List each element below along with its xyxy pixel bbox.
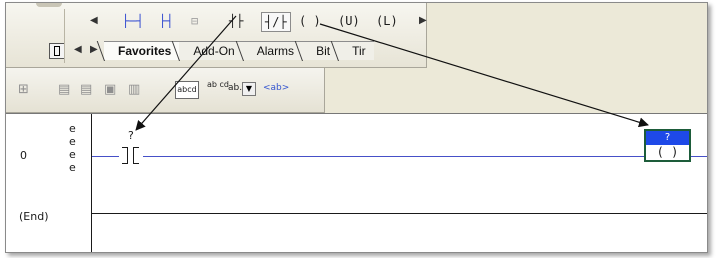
- tab-timer[interactable]: Tir: [338, 41, 374, 60]
- cancel-edits-icon[interactable]: ▤: [80, 82, 92, 97]
- edit-marker: e: [69, 122, 76, 135]
- xic-instruction-button[interactable]: ┤├: [229, 12, 243, 30]
- edit-toolbar: ⊞ ▤ ▤ ▣ ▥ abcd ab cd ab... ▼ <ab>: [6, 68, 325, 113]
- ote-coil[interactable]: ? ( ): [644, 129, 691, 162]
- display-dropdown-button[interactable]: ▼: [242, 82, 256, 96]
- ote-tag-label[interactable]: ?: [646, 131, 689, 145]
- assemble-edits-icon[interactable]: ▣: [104, 82, 116, 97]
- ladder-editor[interactable]: 0 e e e e ? ? ( ) (End): [6, 113, 707, 252]
- tab-add-on[interactable]: Add-On: [179, 41, 243, 60]
- toolbar-separator: [64, 9, 65, 63]
- xic-contact[interactable]: [119, 147, 143, 165]
- tab-favorites[interactable]: Favorites: [104, 41, 180, 60]
- tab-scroll-right-icon[interactable]: ▶: [90, 44, 98, 55]
- tag-format-button[interactable]: <ab>: [263, 83, 289, 93]
- left-power-rail: [91, 114, 92, 252]
- edit-marker: e: [69, 161, 76, 174]
- branch-level-icon[interactable]: ⊟: [191, 12, 198, 30]
- end-rung-line[interactable]: [92, 213, 707, 214]
- ote-instruction-button[interactable]: ( ): [299, 12, 321, 30]
- otl-instruction-button[interactable]: (L): [376, 12, 398, 30]
- xic-tag-label[interactable]: ?: [128, 129, 134, 142]
- show-description-toggle[interactable]: ab cd: [207, 81, 229, 89]
- ote-symbol: ( ): [656, 145, 679, 159]
- rung-number: 0: [20, 149, 27, 162]
- monitor-button[interactable]: [49, 43, 65, 59]
- show-tag-toggle[interactable]: abcd: [175, 81, 199, 99]
- test-edits-icon[interactable]: ▥: [128, 82, 140, 97]
- rung-0-line[interactable]: [92, 156, 707, 157]
- edit-markers: e e e e: [69, 122, 76, 174]
- otu-instruction-button[interactable]: (U): [338, 12, 360, 30]
- toolbar-grip[interactable]: [36, 3, 62, 7]
- instruction-tabs: Favorites Add-On Alarms Bit Tir: [104, 40, 374, 60]
- tab-scroll-left-icon[interactable]: ◀: [74, 44, 82, 55]
- logix-editor-window: ◀ ▶ ├─┤ ├┤ ⊟ ┤├ ┤/├ ( ) (U) (L) ◀ ▶ Favo…: [5, 2, 708, 253]
- instruction-toolbar: ◀ ▶ ├─┤ ├┤ ⊟ ┤├ ┤/├ ( ) (U) (L) ◀ ▶ Favo…: [6, 3, 427, 68]
- accept-edits-icon[interactable]: ▤: [58, 82, 70, 97]
- rung-icon[interactable]: ├─┤: [122, 12, 144, 30]
- scroll-left-icon[interactable]: ◀: [90, 15, 98, 26]
- verify-icon[interactable]: ⊞: [18, 82, 29, 97]
- edit-marker: e: [69, 135, 76, 148]
- scroll-right-icon[interactable]: ▶: [419, 15, 427, 26]
- edit-marker: e: [69, 148, 76, 161]
- branch-icon[interactable]: ├┤: [159, 12, 173, 30]
- xio-instruction-button[interactable]: ┤/├: [261, 12, 291, 32]
- end-rung-label: (End): [19, 210, 49, 223]
- tab-alarms[interactable]: Alarms: [242, 41, 303, 60]
